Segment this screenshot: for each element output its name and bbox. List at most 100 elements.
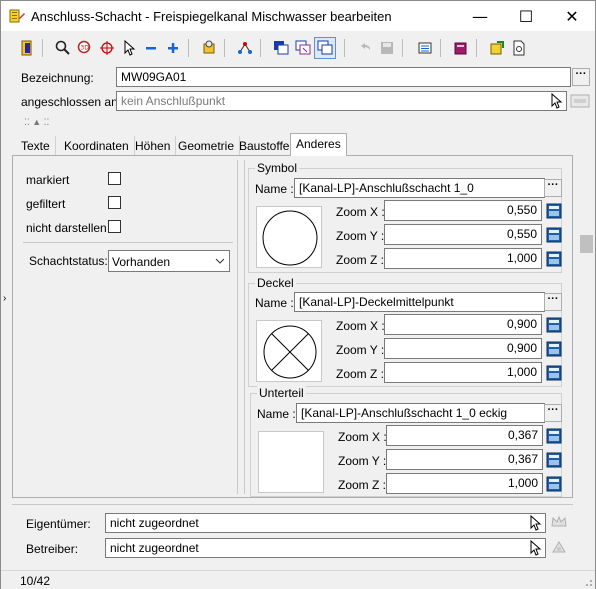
close-button[interactable]: ✕ bbox=[549, 1, 595, 31]
book-icon[interactable] bbox=[450, 37, 472, 59]
nicht-darstellen-label: nicht darstellen bbox=[26, 221, 107, 235]
export-icon[interactable] bbox=[486, 37, 508, 59]
tab-baustoffe[interactable]: Baustoffe bbox=[234, 136, 296, 156]
select-pointer-icon[interactable] bbox=[528, 515, 544, 531]
collapse-splitter[interactable]: ⁚⁚ ▲ ⁚⁚ bbox=[12, 117, 584, 131]
calculator-icon[interactable] bbox=[546, 317, 562, 333]
separator bbox=[244, 160, 245, 494]
network-icon[interactable] bbox=[234, 37, 256, 59]
maximize-button[interactable]: ☐ bbox=[503, 1, 549, 31]
deckel-zoom-z-label: Zoom Z : bbox=[336, 367, 385, 381]
symbol-name-field[interactable]: [Kanal-LP]-Anschlußschacht 1_0 bbox=[294, 178, 545, 198]
unterteil-preview bbox=[258, 431, 324, 493]
eigentuemer-label: Eigentümer: bbox=[26, 517, 91, 531]
toolbar: 3D bbox=[12, 35, 548, 61]
unterteil-group: Unterteil Name : [Kanal-LP]-Anschlußscha… bbox=[250, 386, 562, 497]
window-stack-icon[interactable] bbox=[270, 37, 292, 59]
betreiber-label: Betreiber: bbox=[26, 542, 79, 556]
expand-arrow-icon[interactable]: › bbox=[3, 293, 6, 304]
tab-anderes[interactable]: Anderes bbox=[290, 133, 347, 156]
schachtstatus-select[interactable]: Vorhanden bbox=[108, 250, 230, 272]
unterteil-name-label: Name : bbox=[257, 407, 296, 421]
tab-hoehen[interactable]: Höhen bbox=[130, 136, 177, 156]
symbol-zoom-z-label: Zoom Z : bbox=[336, 253, 385, 267]
chevron-down-icon bbox=[215, 258, 225, 264]
gefiltert-label: gefiltert bbox=[26, 197, 66, 211]
bezeichnung-browse-button[interactable]: ··· bbox=[572, 68, 590, 86]
dialog-window: Anschluss-Schacht - Freispiegelkanal Mis… bbox=[0, 0, 596, 589]
pointer-icon[interactable] bbox=[118, 37, 140, 59]
scrollbar-thumb[interactable] bbox=[580, 235, 593, 253]
resize-grip-icon[interactable] bbox=[583, 577, 593, 587]
deckel-zoom-x-field[interactable]: 0,900 bbox=[384, 314, 542, 335]
unterteil-zoom-z-label: Zoom Z : bbox=[338, 478, 387, 492]
crown-icon[interactable] bbox=[550, 513, 568, 531]
divider bbox=[12, 504, 573, 505]
document-icon[interactable] bbox=[508, 37, 530, 59]
angeschlossen-field[interactable]: kein Anschlußpunkt bbox=[116, 91, 567, 111]
tab-koordinaten[interactable]: Koordinaten bbox=[59, 136, 135, 156]
symbol-title: Symbol bbox=[255, 161, 300, 175]
attributes-icon[interactable] bbox=[198, 37, 220, 59]
symbol-zoom-z-field[interactable]: 1,000 bbox=[384, 248, 542, 269]
deckel-zoom-x-label: Zoom X : bbox=[336, 319, 385, 333]
bezeichnung-label: Bezeichnung: bbox=[21, 71, 94, 85]
unterteil-browse-button[interactable]: ··· bbox=[544, 404, 562, 422]
minimize-button[interactable]: — bbox=[457, 1, 503, 31]
gefiltert-checkbox[interactable] bbox=[108, 196, 121, 209]
symbol-zoom-x-field[interactable]: 0,550 bbox=[384, 200, 542, 221]
list-icon[interactable] bbox=[414, 37, 436, 59]
deckel-name-label: Name : bbox=[255, 296, 294, 310]
app-icon bbox=[9, 9, 25, 23]
separator bbox=[237, 160, 238, 494]
exit-icon[interactable] bbox=[16, 37, 38, 59]
status-bar: 10/42 bbox=[1, 570, 595, 589]
zoom-object-icon[interactable]: 3D bbox=[74, 37, 96, 59]
deckel-name-field[interactable]: [Kanal-LP]-Deckelmittelpunkt bbox=[294, 292, 545, 312]
deckel-zoom-y-field[interactable]: 0,900 bbox=[384, 338, 542, 359]
window-tile-icon[interactable] bbox=[314, 37, 336, 59]
bezeichnung-field[interactable]: MW09GA01 bbox=[116, 67, 571, 87]
window-arrange-icon[interactable] bbox=[292, 37, 314, 59]
calculator-icon[interactable] bbox=[546, 341, 562, 357]
nicht-darstellen-checkbox[interactable] bbox=[108, 220, 121, 233]
calculator-icon[interactable] bbox=[546, 251, 562, 267]
connection-icon[interactable] bbox=[570, 93, 590, 109]
calculator-icon[interactable] bbox=[546, 203, 562, 219]
deckel-browse-button[interactable]: ··· bbox=[544, 293, 562, 311]
unterteil-zoom-y-field[interactable]: 0,367 bbox=[386, 449, 543, 470]
deckel-crossed-circle-icon bbox=[263, 325, 317, 379]
eigentuemer-field[interactable]: nicht zugeordnet bbox=[105, 513, 546, 533]
tab-texte[interactable]: Texte bbox=[16, 136, 56, 156]
crosshair-icon[interactable] bbox=[96, 37, 118, 59]
select-pointer-icon[interactable] bbox=[528, 540, 544, 556]
unterteil-zoom-x-field[interactable]: 0,367 bbox=[386, 425, 543, 446]
betreiber-field[interactable]: nicht zugeordnet bbox=[105, 538, 546, 558]
record-counter: 10/42 bbox=[20, 574, 51, 588]
symbol-browse-button[interactable]: ··· bbox=[544, 179, 562, 197]
unterteil-name-field[interactable]: [Kanal-LP]-Anschlußschacht 1_0 eckig bbox=[296, 403, 545, 423]
vertical-scrollbar[interactable] bbox=[578, 155, 595, 575]
symbol-zoom-y-field[interactable]: 0,550 bbox=[384, 224, 542, 245]
divider bbox=[23, 242, 233, 243]
markiert-checkbox[interactable] bbox=[108, 172, 121, 185]
save-icon[interactable] bbox=[376, 37, 398, 59]
deckel-preview bbox=[256, 320, 322, 382]
deckel-zoom-z-field[interactable]: 1,000 bbox=[384, 362, 542, 383]
minus-icon[interactable] bbox=[140, 37, 162, 59]
zoom-icon[interactable] bbox=[52, 37, 74, 59]
calculator-icon[interactable] bbox=[546, 428, 562, 444]
unterteil-zoom-z-field[interactable]: 1,000 bbox=[386, 473, 543, 494]
unterteil-title: Unterteil bbox=[257, 386, 306, 400]
undo-icon[interactable] bbox=[354, 37, 376, 59]
operator-icon[interactable] bbox=[550, 538, 568, 556]
select-pointer-icon[interactable] bbox=[549, 93, 565, 109]
calculator-icon[interactable] bbox=[546, 365, 562, 381]
unterteil-zoom-y-label: Zoom Y : bbox=[338, 454, 387, 468]
tab-geometrie[interactable]: Geometrie bbox=[173, 136, 241, 156]
calculator-icon[interactable] bbox=[546, 227, 562, 243]
calculator-icon[interactable] bbox=[546, 452, 562, 468]
deckel-zoom-y-label: Zoom Y : bbox=[336, 343, 385, 357]
plus-icon[interactable] bbox=[162, 37, 184, 59]
calculator-icon[interactable] bbox=[546, 476, 562, 492]
